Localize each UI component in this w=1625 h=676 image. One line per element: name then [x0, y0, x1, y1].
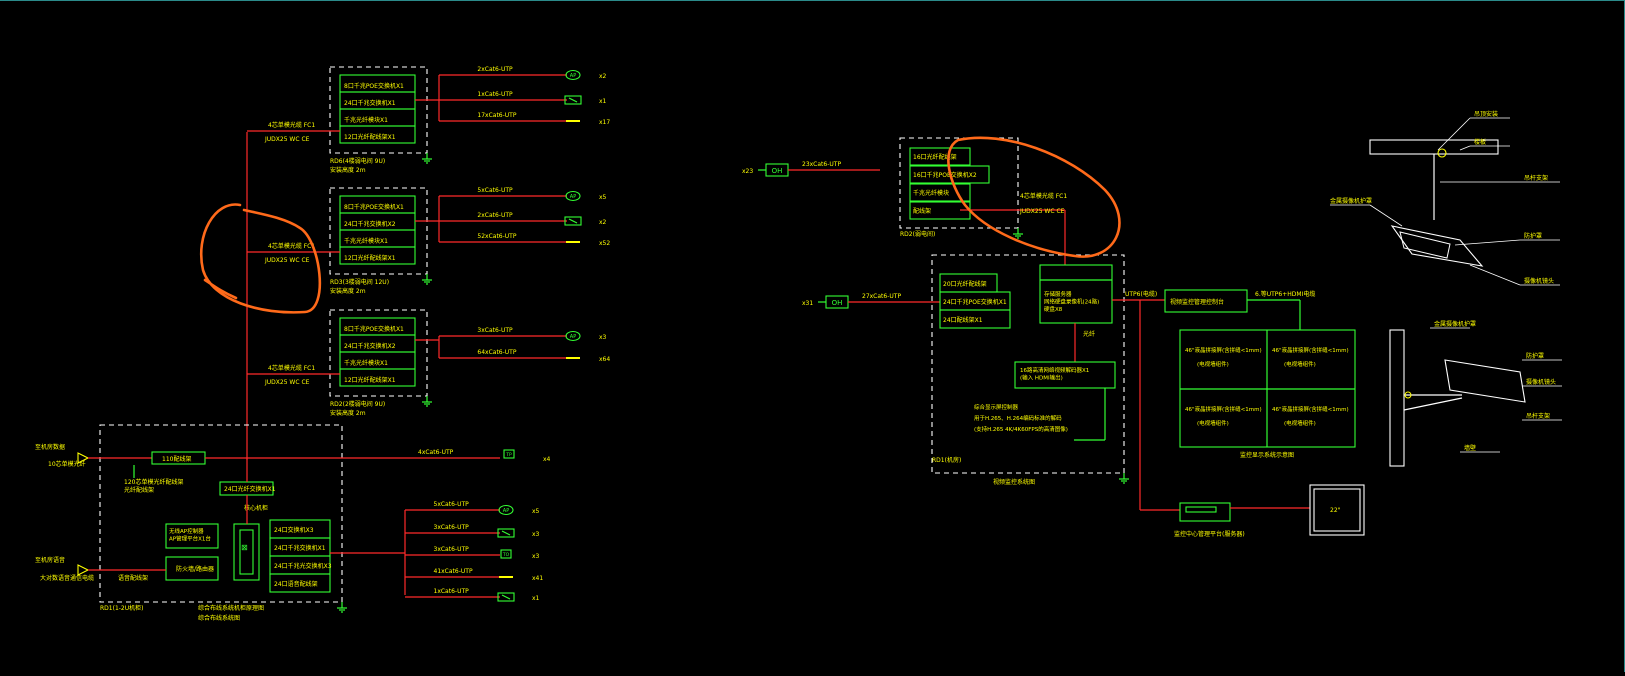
viewport-border [0, 0, 1625, 672]
